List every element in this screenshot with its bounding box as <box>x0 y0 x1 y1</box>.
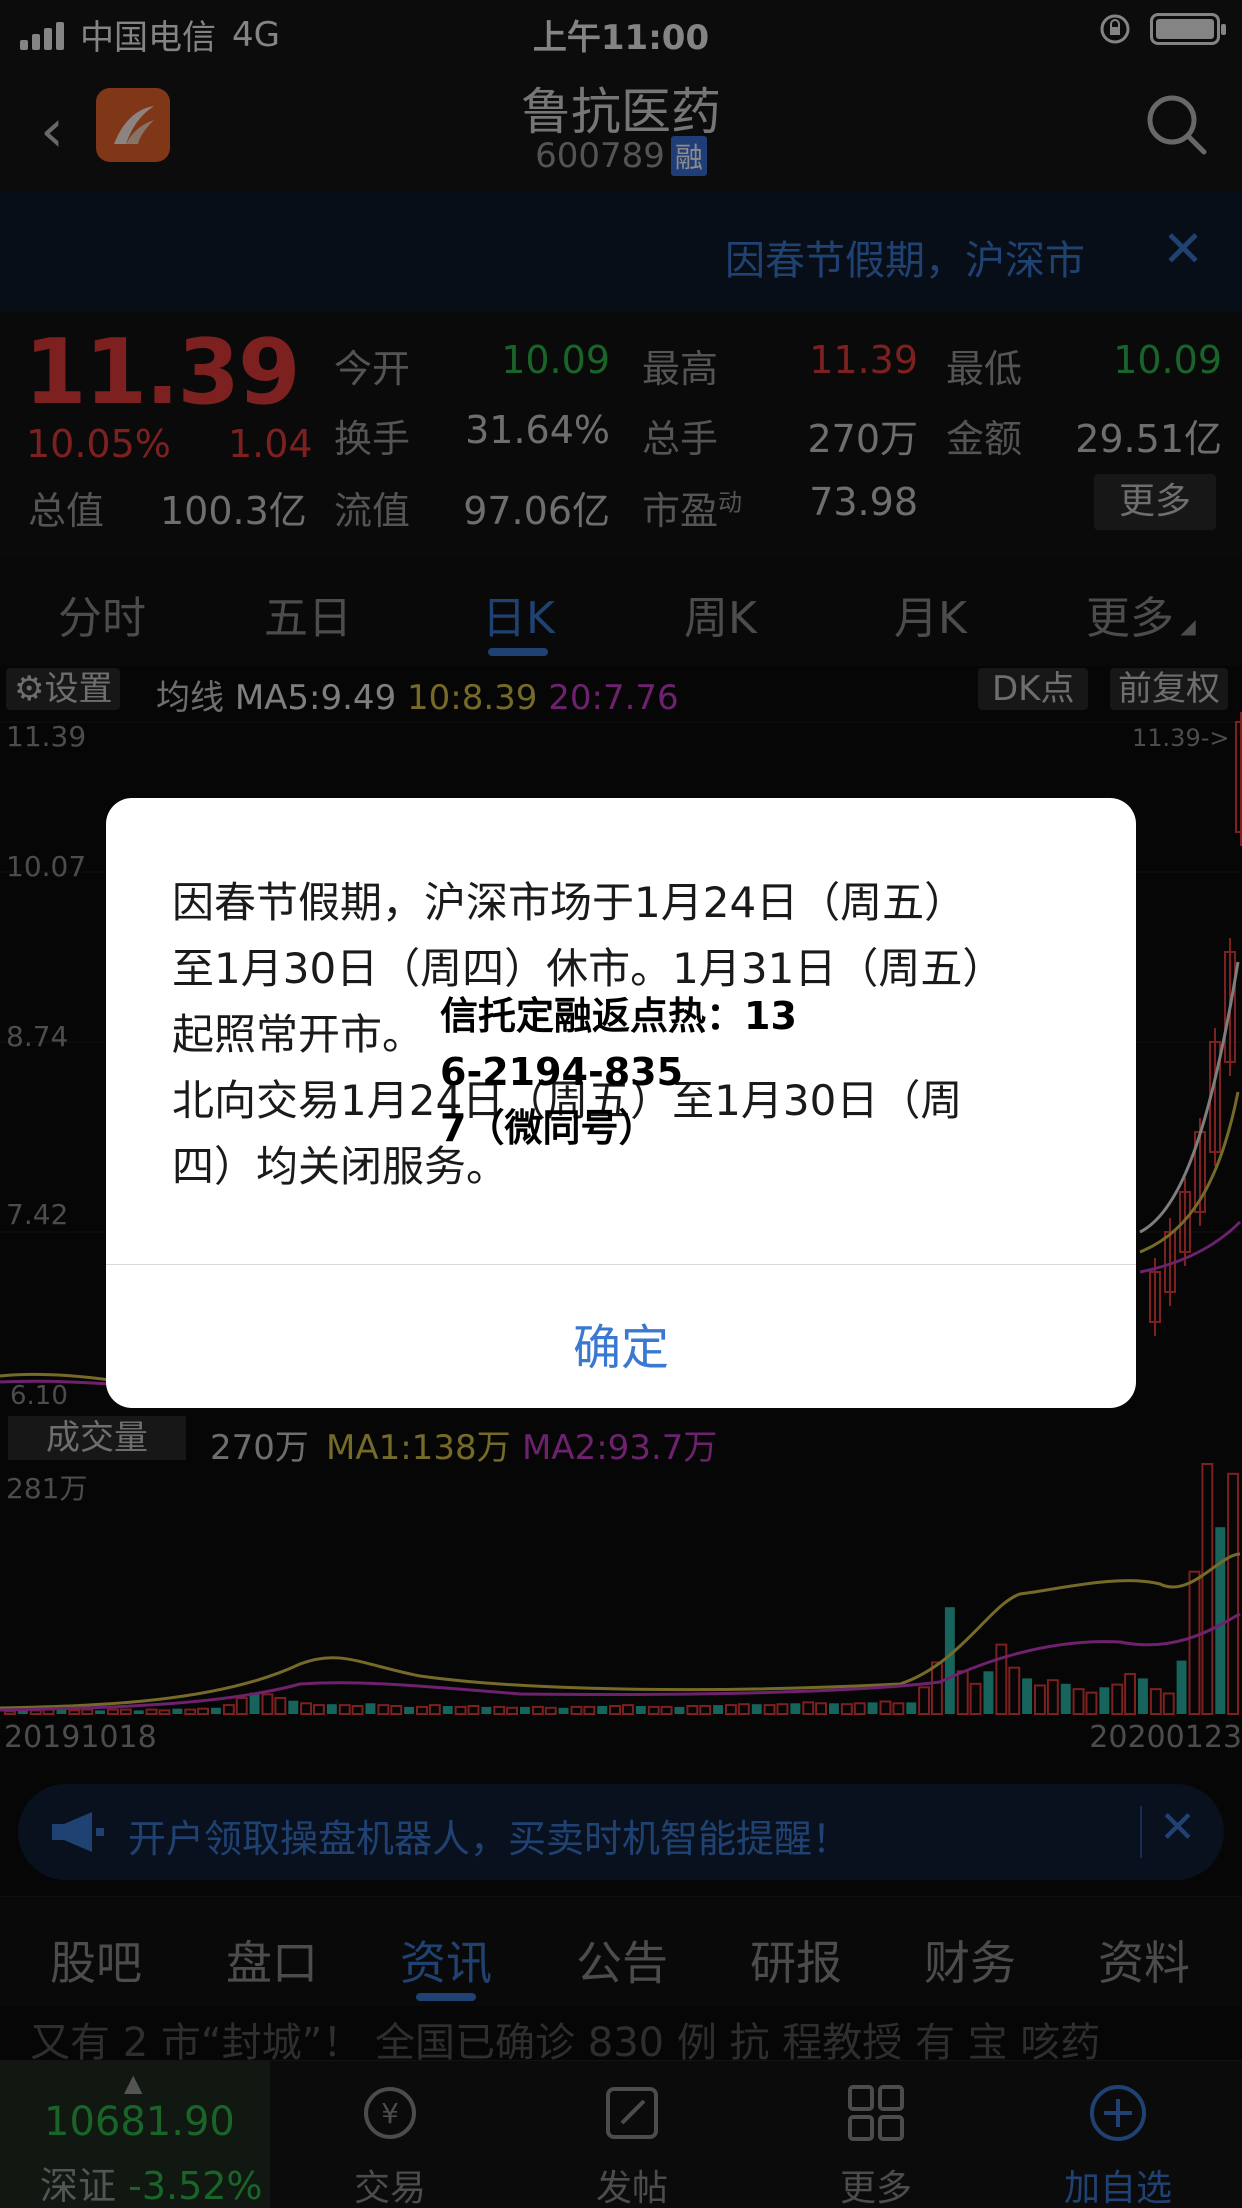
confirm-button[interactable]: 确定 <box>106 1308 1136 1378</box>
overlay-watermark-text: 信托定融返点热：13 6-2194-835 7（微同号） <box>440 994 797 1150</box>
dialog-divider <box>106 1264 1136 1265</box>
